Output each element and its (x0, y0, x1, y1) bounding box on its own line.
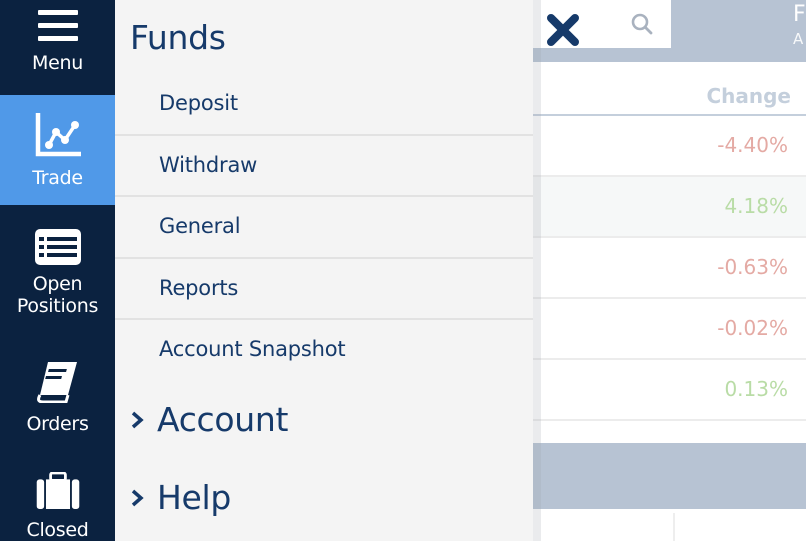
account-summary-subtitle: A (793, 30, 804, 48)
sidebar: Menu Trade Open Positions Orders Closed (0, 0, 115, 541)
change-value: -0.02% (717, 316, 788, 340)
search-icon[interactable] (630, 12, 654, 36)
change-value: 0.13% (724, 377, 788, 401)
menu-group-label: Account (157, 400, 289, 439)
account-summary-title: F (793, 2, 806, 27)
section-title-funds: Funds (130, 18, 226, 57)
divider (673, 513, 675, 541)
account-summary: F A (793, 2, 806, 50)
sidebar-item-menu[interactable]: Menu (0, 0, 115, 95)
sidebar-item-closed[interactable]: Closed (0, 460, 115, 541)
sidebar-item-label: Orders (26, 413, 89, 435)
menu-drawer: Funds Deposit Withdraw General Reports A… (115, 0, 533, 541)
menu-item-withdraw[interactable]: Withdraw (115, 136, 533, 197)
hamburger-icon (37, 10, 78, 41)
sidebar-item-orders[interactable]: Orders (0, 345, 115, 460)
sidebar-item-label: Closed (26, 519, 89, 541)
menu-item-account-snapshot[interactable]: Account Snapshot (115, 320, 533, 382)
menu-group-label: Help (157, 478, 232, 517)
drawer-scrollbar-track[interactable] (533, 0, 541, 541)
sidebar-item-trade[interactable]: Trade (0, 95, 115, 205)
book-icon (36, 362, 77, 403)
close-icon[interactable] (545, 12, 581, 48)
chevron-right-icon (131, 411, 144, 428)
menu-item-reports[interactable]: Reports (115, 259, 533, 320)
menu-item-deposit[interactable]: Deposit (115, 74, 533, 136)
sidebar-item-label: Menu (32, 52, 83, 74)
sidebar-item-label: Trade (32, 167, 83, 189)
menu-group-help[interactable]: Help (130, 478, 231, 517)
briefcase-icon (36, 472, 79, 509)
menu-group-account[interactable]: Account (130, 400, 288, 439)
label-line: Open (32, 273, 83, 295)
label-line: Positions (16, 295, 99, 317)
funds-submenu: Deposit Withdraw General Reports Account… (115, 74, 533, 382)
line-chart-icon (35, 113, 81, 157)
change-value: 4.18% (724, 194, 788, 218)
menu-item-general[interactable]: General (115, 197, 533, 259)
change-value: -0.63% (717, 255, 788, 279)
change-value: -4.40% (717, 133, 788, 157)
list-icon (34, 229, 81, 265)
chevron-right-icon (131, 489, 144, 506)
sidebar-item-label: Open Positions (17, 273, 98, 317)
sidebar-item-open-positions[interactable]: Open Positions (0, 205, 115, 345)
column-header-change[interactable]: Change (706, 84, 791, 108)
